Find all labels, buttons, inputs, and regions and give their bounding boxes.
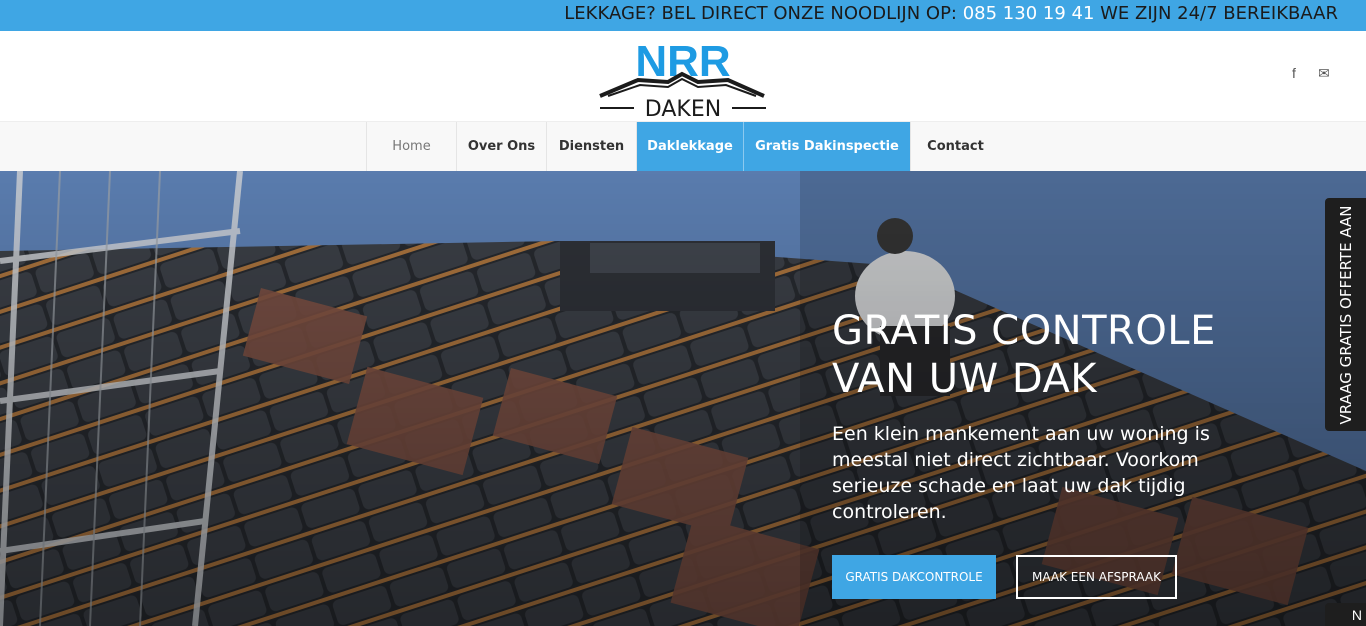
maak-afspraak-button[interactable]: MAAK EEN AFSPRAAK xyxy=(1016,555,1177,599)
secondary-side-tab[interactable]: N xyxy=(1325,603,1366,626)
facebook-icon[interactable]: f xyxy=(1286,65,1302,81)
top-notice-bar: LEKKAGE? BEL DIRECT ONZE NOODLIJN OP: 08… xyxy=(0,0,1366,31)
hero-text-block: GRATIS CONTROLE VAN UW DAK Een klein man… xyxy=(832,307,1252,525)
nav-item-diensten[interactable]: Diensten xyxy=(546,122,636,172)
nav-item-contact[interactable]: Contact xyxy=(910,122,1000,172)
hero-subtitle: Een klein mankement aan uw woning is mee… xyxy=(832,423,1210,523)
nav-item-home[interactable]: Home xyxy=(366,122,456,172)
site-header: NRR DAKEN f ✉ xyxy=(0,31,1366,122)
social-links: f ✉ xyxy=(1286,65,1332,81)
secondary-side-tab-label: N xyxy=(1351,607,1362,623)
request-quote-side-tab[interactable]: VRAAG GRATIS OFFERTE AAN xyxy=(1325,198,1366,431)
mail-icon[interactable]: ✉ xyxy=(1316,65,1332,81)
hero-title: GRATIS CONTROLE VAN UW DAK xyxy=(832,307,1252,403)
site-logo[interactable]: NRR DAKEN xyxy=(598,36,768,122)
topbar-availability: WE ZIJN 24/7 BEREIKBAAR xyxy=(1094,3,1338,24)
nav-item-daklekkage[interactable]: Daklekkage xyxy=(636,122,743,172)
logo-bottom-text: DAKEN xyxy=(645,97,721,118)
hero-section: GRATIS CONTROLE VAN UW DAK Een klein man… xyxy=(0,171,1366,626)
emergency-phone-link[interactable]: 085 130 19 41 xyxy=(963,3,1095,24)
logo-graphic: NRR DAKEN xyxy=(599,37,766,122)
topbar-notice: LEKKAGE? BEL DIRECT ONZE NOODLIJN OP: xyxy=(564,3,963,24)
hero-title-line-1: GRATIS CONTROLE xyxy=(832,308,1216,354)
gratis-dakcontrole-button[interactable]: GRATIS DAKCONTROLE xyxy=(832,555,996,599)
hero-title-line-2: VAN UW DAK xyxy=(832,356,1098,402)
side-tab-label: VRAAG GRATIS OFFERTE AAN xyxy=(1336,205,1355,424)
nav-item-gratis-dakinspectie[interactable]: Gratis Dakinspectie xyxy=(743,122,910,172)
nav-item-over-ons[interactable]: Over Ons xyxy=(456,122,546,172)
main-navigation: Home Over Ons Diensten Daklekkage Gratis… xyxy=(0,121,1366,172)
